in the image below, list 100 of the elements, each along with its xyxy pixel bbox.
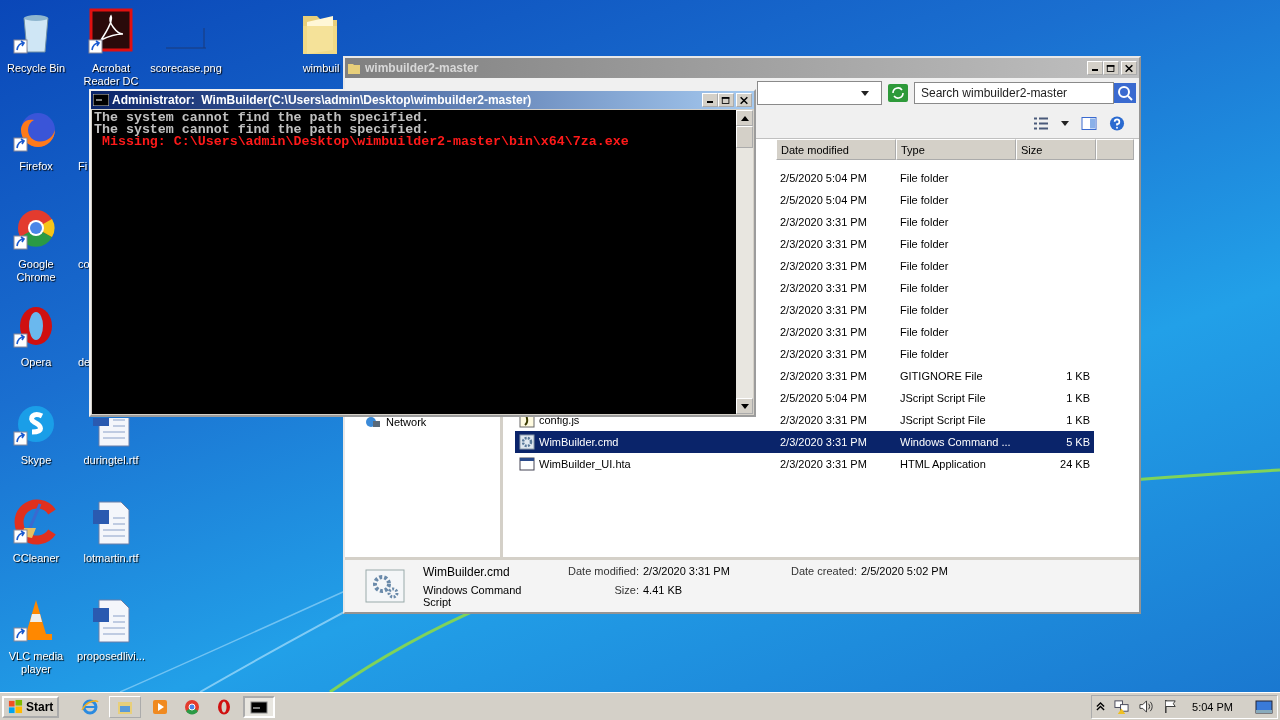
type-cell-text: File folder	[899, 304, 950, 316]
type-cell-text: JScript Script File	[899, 392, 987, 404]
file-name: config.js	[539, 414, 580, 426]
desktop-icon-label[interactable]: co	[78, 258, 90, 271]
minimize-button[interactable]	[1087, 61, 1103, 75]
nav-item[interactable]: Network	[345, 415, 500, 429]
column-header[interactable]: Type	[896, 139, 1016, 160]
caret-icon[interactable]	[1061, 120, 1069, 126]
file-row[interactable]: WimBuilder.cmd 2/3/2020 3:31 PM Windows Command ... 5 KB	[515, 431, 1094, 453]
file-type: Windows Command Script	[423, 583, 523, 608]
taskbar-button[interactable]	[243, 695, 276, 718]
date-cell-text: 2/3/2020 3:31 PM	[779, 282, 868, 294]
browser-e-icon	[81, 697, 100, 716]
help-icon[interactable]	[1109, 115, 1125, 131]
desktop-icon-label[interactable]: Skype	[20, 454, 52, 467]
clock[interactable]: 5:04 PM	[1192, 700, 1233, 713]
minimize-icon	[707, 101, 713, 103]
field-label: Size:	[613, 583, 639, 598]
date-cell-text: 2/3/2020 3:31 PM	[779, 436, 868, 448]
size-cell: 1 KB	[1066, 392, 1090, 404]
nav-label[interactable]: Network	[386, 416, 427, 428]
type-cell-text: File folder	[899, 260, 950, 272]
search-icon[interactable]	[1114, 83, 1136, 103]
date-cell-text: 2/5/2020 5:04 PM	[779, 172, 868, 184]
gear-file-icon	[519, 434, 535, 450]
size-cell: 1 KB	[1066, 370, 1090, 382]
file-row[interactable]: WimBuilder_UI.hta 2/3/2020 3:31 PM HTML Application 24 KB	[515, 453, 1094, 475]
window-title: Administrator: WimBuilder(C:\Users\admin\Desktop\wimbuilder2-master)	[112, 93, 533, 107]
column-header[interactable]: Date modified	[776, 139, 896, 160]
view-list-icon[interactable]	[1033, 115, 1049, 131]
window-file-icon	[519, 456, 535, 472]
start-button[interactable]: Start	[2, 695, 60, 718]
folder-icon	[347, 61, 361, 75]
minimize-icon	[1092, 69, 1098, 71]
field-value: 2/3/2020 3:31 PM	[643, 564, 731, 579]
type-cell-text: GITIGNORE File	[899, 370, 984, 382]
desktop-icon-label[interactable]: Fi	[78, 160, 88, 173]
date-cell-text: 2/3/2020 3:31 PM	[779, 304, 868, 316]
file-name: WimBuilder.cmd	[539, 436, 619, 448]
date-cell-text: 2/3/2020 3:31 PM	[779, 348, 868, 360]
maximize-button[interactable]	[718, 93, 734, 107]
search-field[interactable]: Search wimbuilder2-master	[914, 82, 1114, 104]
minimize-button[interactable]	[702, 93, 718, 107]
date-cell-text: 2/3/2020 3:31 PM	[779, 458, 868, 470]
type-cell-text: File folder	[899, 348, 950, 360]
file-name: WimBuilder.cmd	[423, 564, 511, 579]
desktop-icon-label[interactable]: wimbuil	[302, 62, 340, 75]
maximize-button[interactable]	[1103, 61, 1119, 75]
desktop-icon-label[interactable]: de	[78, 356, 91, 369]
console-line: The system cannot find the path specified.	[94, 112, 431, 124]
column-header[interactable]: Size	[1016, 139, 1096, 160]
date-cell-text: 2/3/2020 3:31 PM	[779, 414, 868, 426]
close-button[interactable]	[1121, 61, 1137, 75]
show-desktop-icon[interactable]	[1255, 699, 1273, 714]
desktop-icon-label[interactable]: Opera	[20, 356, 52, 369]
chevron-up-icon[interactable]	[1096, 701, 1106, 712]
close-icon	[1124, 63, 1134, 73]
arrow-up-icon[interactable]	[740, 115, 749, 121]
play-icon	[151, 697, 170, 716]
field-value: 4.41 KB	[643, 583, 684, 598]
scrollbar[interactable]	[736, 110, 753, 414]
type-cell-text: File folder	[899, 238, 950, 250]
flag-icon[interactable]	[1163, 699, 1179, 714]
network-icon[interactable]	[1113, 699, 1131, 714]
desktop-icon-label[interactable]: Acrobat Reader DC	[74, 62, 148, 88]
desktop-icon-label[interactable]: CCleaner	[12, 552, 60, 565]
desktop-icon-label[interactable]: Firefox	[19, 160, 53, 173]
date-cell-text: 2/5/2020 5:04 PM	[779, 392, 868, 404]
type-cell-text: Windows Command ...	[899, 436, 1012, 448]
field-value: 2/5/2020 5:02 PM	[861, 564, 948, 579]
windows-flag-icon	[8, 699, 23, 714]
gear-file-icon	[365, 569, 405, 603]
desktop-icon-label[interactable]: scorecase.png	[150, 62, 222, 75]
date-cell-text: 2/3/2020 3:31 PM	[779, 260, 868, 272]
desktop-icon-label[interactable]: Google Chrome	[0, 258, 73, 284]
field-label: Date created:	[789, 564, 857, 579]
network-icon	[365, 415, 381, 429]
close-icon	[739, 95, 749, 105]
size-cell: 5 KB	[1066, 436, 1090, 448]
maximize-icon	[721, 95, 731, 105]
document-app-icon[interactable]	[87, 8, 135, 56]
desktop-icon-label[interactable]: duringtel.rtf	[83, 454, 139, 467]
size-cell: 24 KB	[1060, 458, 1090, 470]
type-cell-text: JScript Script File	[899, 414, 987, 426]
arrow-down-icon[interactable]	[740, 403, 749, 409]
scrollbar-thumb[interactable]	[736, 126, 753, 148]
field-label: Date modified:	[567, 564, 639, 579]
caret-icon[interactable]	[861, 90, 869, 96]
date-cell-text: 2/3/2020 3:31 PM	[779, 216, 868, 228]
desktop-icon-label[interactable]: Recycle Bin	[6, 62, 66, 75]
console-icon	[93, 94, 109, 106]
desktop-icon-label[interactable]: lotmartin.rtf	[83, 552, 139, 565]
close-button[interactable]	[736, 93, 752, 107]
window-title: wimbuilder2-master	[365, 61, 480, 75]
type-cell-text: File folder	[899, 326, 950, 338]
preview-pane-icon[interactable]	[1081, 115, 1097, 131]
type-cell-text: File folder	[899, 216, 950, 228]
refresh-icon[interactable]	[888, 84, 908, 102]
type-cell-text: File folder	[899, 194, 950, 206]
speaker-icon[interactable]	[1138, 699, 1156, 714]
